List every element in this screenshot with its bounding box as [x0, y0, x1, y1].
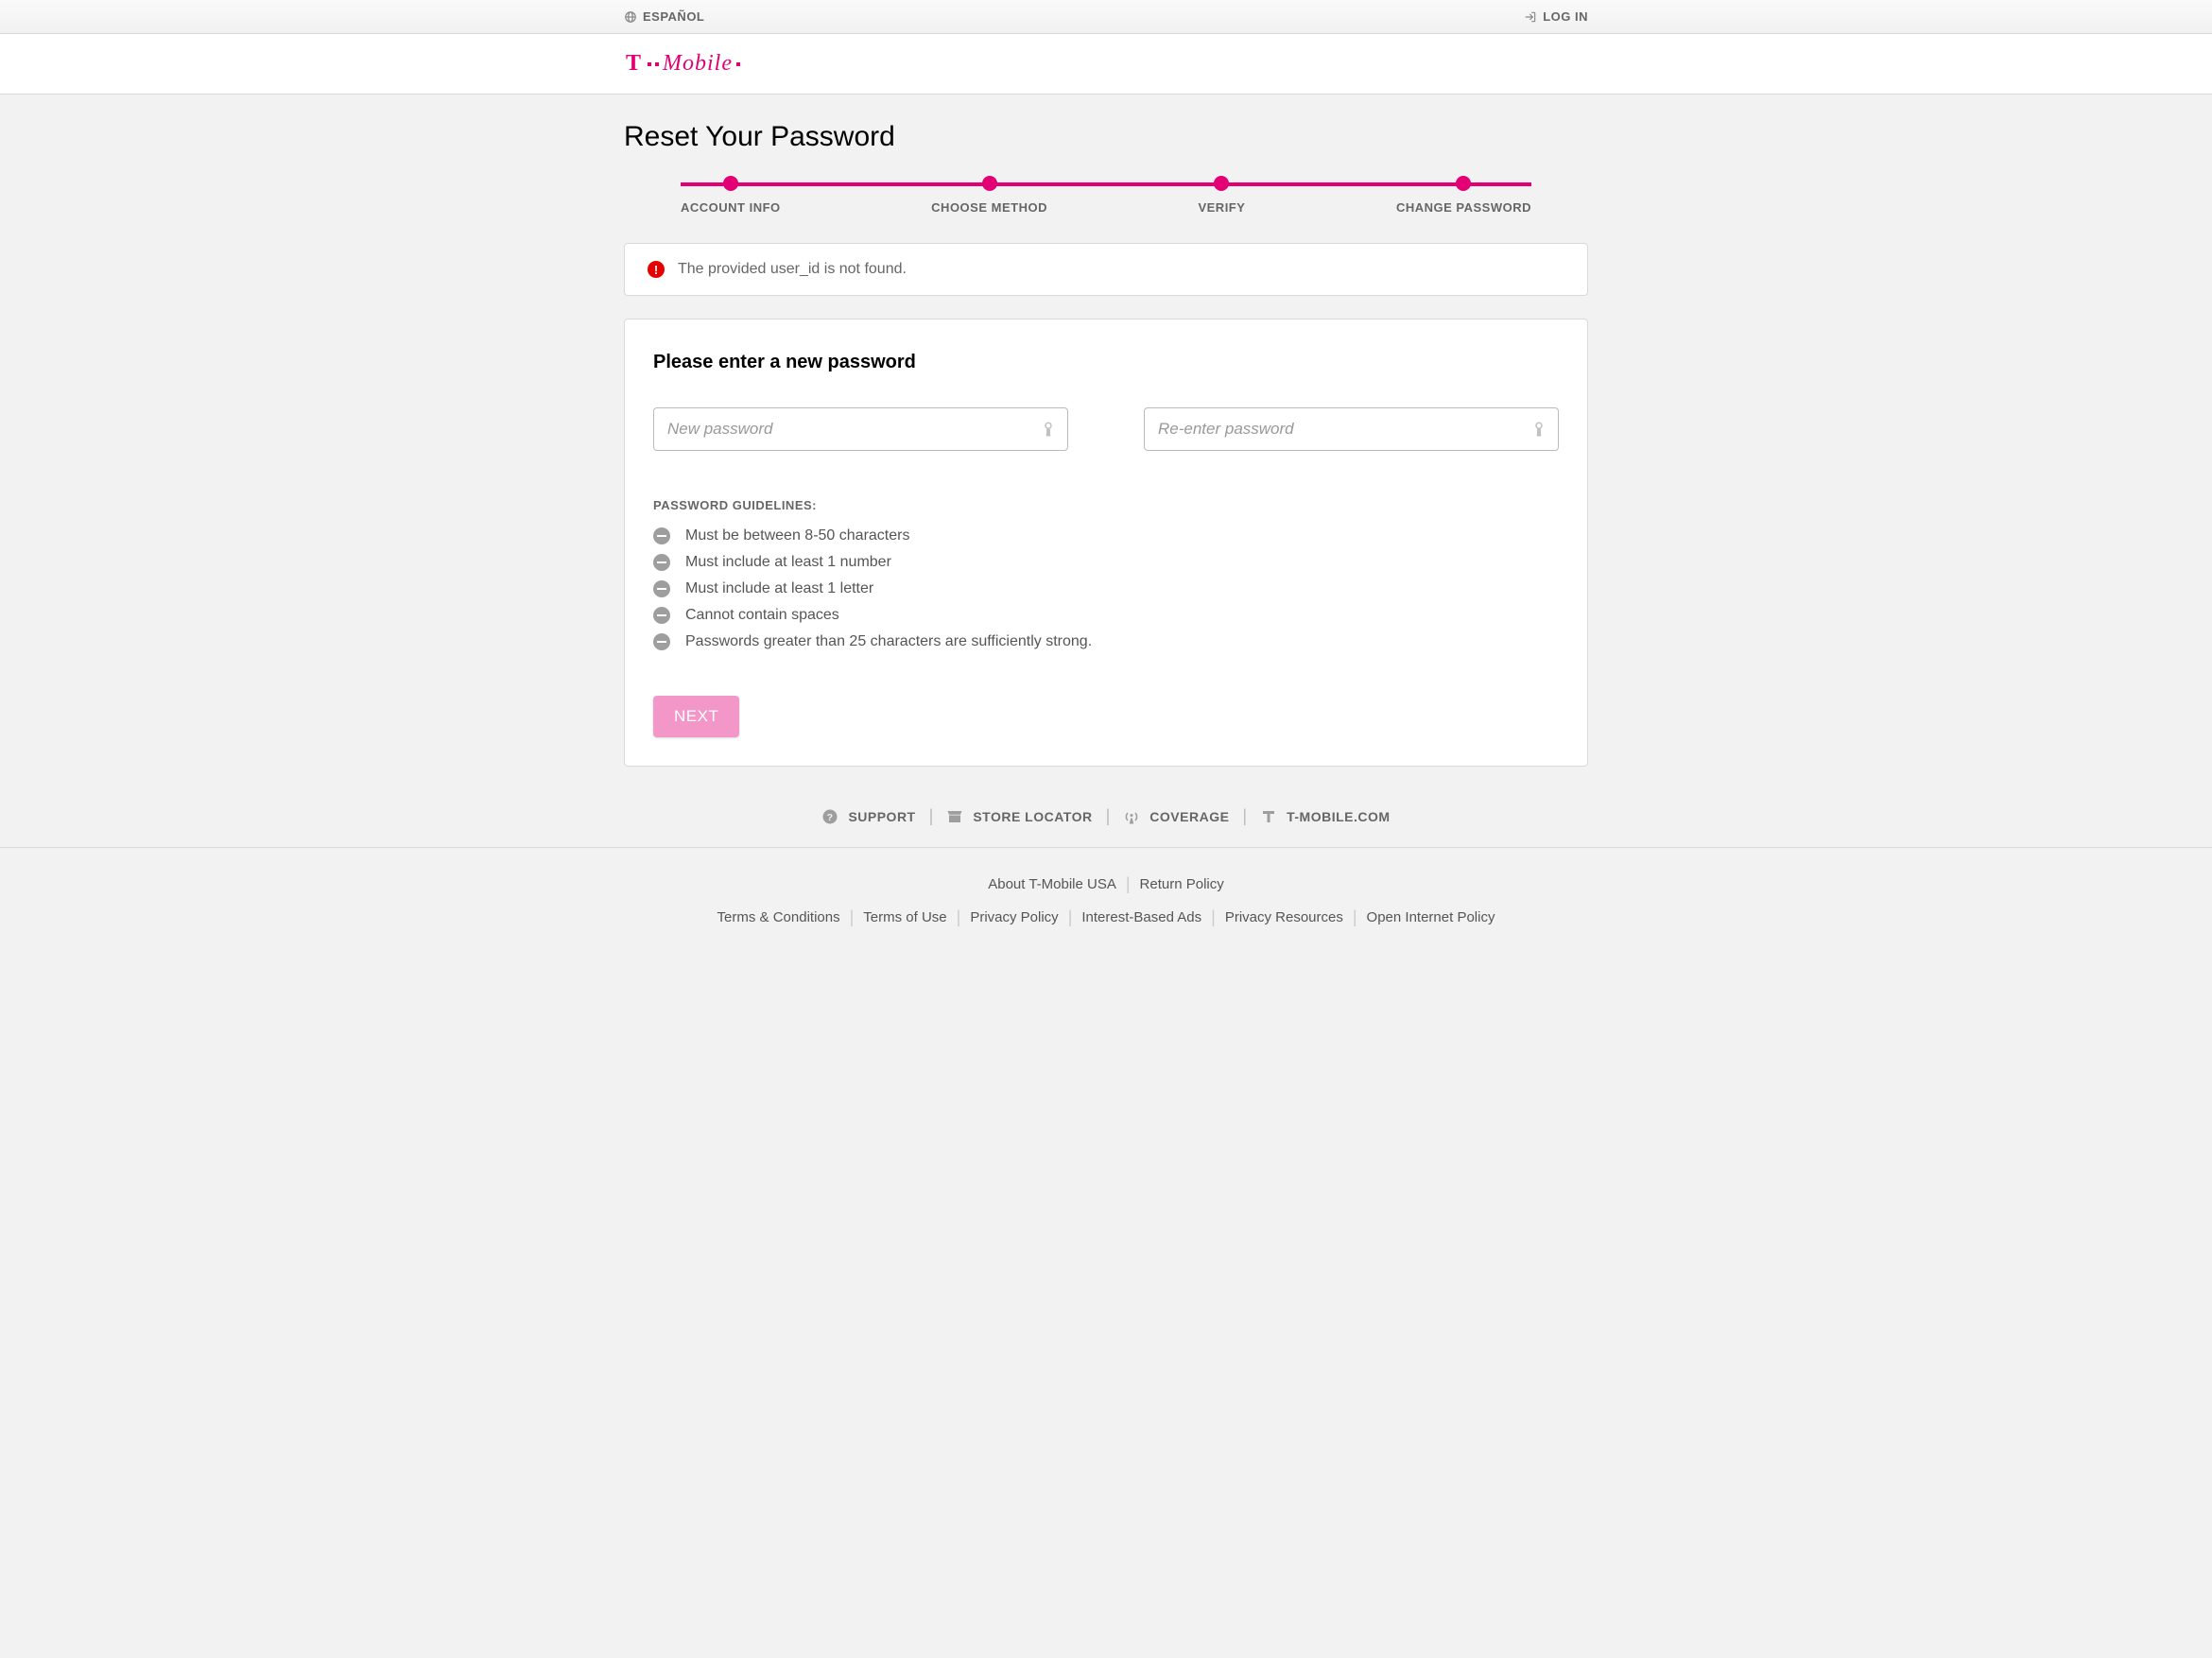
form-heading: Please enter a new password: [653, 352, 1559, 373]
error-icon: !: [648, 261, 665, 278]
password-key-icon: [1530, 421, 1547, 438]
step-label: VERIFY: [1198, 200, 1245, 215]
footer-link-privacy-policy[interactable]: Privacy Policy: [970, 909, 1058, 925]
step-account-info: ACCOUNT INFO: [681, 176, 781, 215]
footer-link-about[interactable]: About T-Mobile USA: [988, 876, 1116, 892]
step-dot-icon: [1456, 176, 1471, 191]
tmobile-logo[interactable]: T Mobile: [624, 51, 1588, 77]
guideline-item: Cannot contain spaces: [653, 607, 1559, 624]
error-message: The provided user_id is not found.: [678, 261, 907, 278]
password-key-icon: [1040, 421, 1057, 438]
step-verify: VERIFY: [1198, 176, 1245, 215]
step-label: ACCOUNT INFO: [681, 200, 781, 215]
neutral-status-icon: [653, 554, 670, 571]
password-form: Please enter a new password PASSWORD GUI…: [624, 319, 1588, 767]
language-toggle[interactable]: ESPAÑOL: [624, 9, 704, 24]
footer-link-privacy-resources[interactable]: Privacy Resources: [1225, 909, 1343, 925]
guideline-item: Must be between 8-50 characters: [653, 527, 1559, 544]
question-icon: ?: [821, 808, 838, 825]
t-logo-icon: [1260, 808, 1277, 825]
page-title: Reset Your Password: [624, 121, 1588, 153]
footer-link-return-policy[interactable]: Return Policy: [1140, 876, 1224, 892]
neutral-status-icon: [653, 633, 670, 650]
progress-stepper: ACCOUNT INFO CHOOSE METHOD VERIFY CHANGE…: [681, 176, 1531, 215]
step-dot-icon: [723, 176, 738, 191]
top-utility-bar: ESPAÑOL LOG IN: [0, 0, 2212, 34]
neutral-status-icon: [653, 580, 670, 597]
footer-link-terms-of-use[interactable]: Terms of Use: [863, 909, 946, 925]
footer-primary: ? SUPPORT | STORE LOCATOR | COVERAGE | T…: [0, 789, 2212, 848]
brand-header: T Mobile: [0, 34, 2212, 95]
footer-store-locator-link[interactable]: STORE LOCATOR: [946, 808, 1092, 825]
step-dot-icon: [1214, 176, 1229, 191]
login-icon: [1524, 10, 1537, 24]
password-guidelines: Must be between 8-50 characters Must inc…: [653, 527, 1559, 650]
login-label: LOG IN: [1543, 9, 1588, 24]
footer-support-link[interactable]: ? SUPPORT: [821, 808, 915, 825]
guideline-item: Must include at least 1 letter: [653, 580, 1559, 597]
next-button[interactable]: NEXT: [653, 696, 739, 737]
language-label: ESPAÑOL: [643, 9, 704, 24]
antenna-icon: [1123, 808, 1140, 825]
guidelines-heading: PASSWORD GUIDELINES:: [653, 498, 1559, 512]
globe-icon: [624, 10, 637, 24]
footer-tmobile-link[interactable]: T-MOBILE.COM: [1260, 808, 1390, 825]
neutral-status-icon: [653, 527, 670, 544]
step-label: CHOOSE METHOD: [931, 200, 1047, 215]
footer-link-interest-ads[interactable]: Interest-Based Ads: [1081, 909, 1201, 925]
store-icon: [946, 808, 963, 825]
footer-secondary: About T-Mobile USA | Return Policy Terms…: [0, 848, 2212, 965]
error-banner: ! The provided user_id is not found.: [624, 243, 1588, 296]
reenter-password-input[interactable]: [1144, 407, 1559, 451]
guideline-item: Passwords greater than 25 characters are…: [653, 633, 1559, 650]
step-label: CHANGE PASSWORD: [1396, 200, 1531, 215]
new-password-input[interactable]: [653, 407, 1068, 451]
footer-link-terms-conditions[interactable]: Terms & Conditions: [717, 909, 840, 925]
login-link[interactable]: LOG IN: [1524, 9, 1588, 24]
svg-text:?: ?: [827, 811, 834, 822]
step-dot-icon: [982, 176, 997, 191]
footer-link-open-internet[interactable]: Open Internet Policy: [1367, 909, 1495, 925]
footer-coverage-link[interactable]: COVERAGE: [1123, 808, 1229, 825]
neutral-status-icon: [653, 607, 670, 624]
step-change-password: CHANGE PASSWORD: [1396, 176, 1531, 215]
step-choose-method: CHOOSE METHOD: [931, 176, 1047, 215]
guideline-item: Must include at least 1 number: [653, 554, 1559, 571]
